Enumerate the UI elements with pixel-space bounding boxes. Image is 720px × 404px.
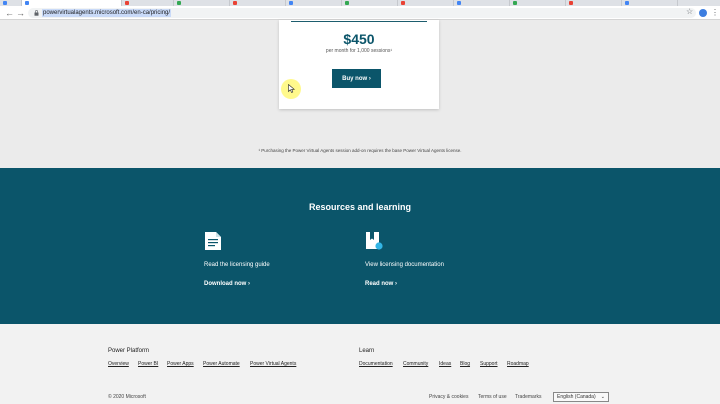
resources-title: Resources and learning xyxy=(308,202,412,212)
footer-link-ideas[interactable]: Ideas xyxy=(439,361,451,367)
footer-link-power-virtual-agents[interactable]: Power Virtual Agents xyxy=(250,361,296,367)
bookmark-docs-icon xyxy=(366,232,383,250)
forward-arrow-icon[interactable]: → xyxy=(16,7,25,19)
chevron-right-icon: › xyxy=(368,75,371,82)
footer-link-terms[interactable]: Terms of use xyxy=(478,394,507,400)
tab-favicon-icon xyxy=(625,1,629,5)
tab-favicon-icon xyxy=(289,1,293,5)
tab-favicon-icon xyxy=(25,1,29,5)
footer-link-power-automate[interactable]: Power Automate xyxy=(203,361,240,367)
footer-copyright: © 2020 Microsoft xyxy=(108,394,146,400)
footer-link-documentation[interactable]: Documentation xyxy=(359,361,393,367)
back-arrow-icon[interactable]: ← xyxy=(5,7,14,19)
download-now-link[interactable]: Download now › xyxy=(204,281,250,287)
buy-now-label: Buy now xyxy=(342,75,368,82)
tab-favicon-icon xyxy=(3,1,7,5)
mouse-cursor-icon xyxy=(288,84,296,93)
browser-toolbar: ← → powervirtualagents.microsoft.com/en-… xyxy=(0,6,720,20)
download-now-label: Download now xyxy=(204,281,247,287)
footer-link-trademarks[interactable]: Trademarks xyxy=(515,394,542,400)
url-text[interactable]: powervirtualagents.microsoft.com/en-ca/p… xyxy=(42,9,172,17)
footer-heading-power-platform: Power Platform xyxy=(108,348,150,354)
document-icon xyxy=(205,232,221,250)
address-bar[interactable]: powervirtualagents.microsoft.com/en-ca/p… xyxy=(28,8,696,18)
read-now-link[interactable]: Read now › xyxy=(365,281,397,287)
resource-label: View licensing documentation xyxy=(365,262,444,268)
pricing-footnote: ¹ Purchasing the Power Virtual Agents se… xyxy=(258,148,462,153)
tab-favicon-icon xyxy=(345,1,349,5)
footer-link-roadmap[interactable]: Roadmap xyxy=(507,361,529,367)
bookmark-star-icon[interactable]: ☆ xyxy=(686,7,693,17)
resources-section: Resources and learning Read the licensin… xyxy=(0,168,720,324)
tab-favicon-icon xyxy=(513,1,517,5)
lock-icon xyxy=(34,10,39,16)
pricing-section: $450 per month for 1,000 sessions¹ Buy n… xyxy=(0,20,720,168)
chevron-right-icon: › xyxy=(248,281,250,287)
footer-link-support[interactable]: Support xyxy=(480,361,498,367)
footer-link-overview[interactable]: Overview xyxy=(108,361,129,367)
pricing-card: $450 per month for 1,000 sessions¹ Buy n… xyxy=(279,20,439,109)
tab-favicon-icon xyxy=(177,1,181,5)
language-select-value: English (Canada) xyxy=(557,394,596,400)
tab-favicon-icon xyxy=(401,1,405,5)
footer-link-power-apps[interactable]: Power Apps xyxy=(167,361,194,367)
site-footer: Power Platform Overview Power BI Power A… xyxy=(0,324,720,404)
buy-now-button[interactable]: Buy now › xyxy=(332,69,381,88)
chevron-right-icon: › xyxy=(395,281,398,287)
extension-icon[interactable] xyxy=(699,9,707,17)
footer-link-power-bi[interactable]: Power BI xyxy=(138,361,158,367)
footer-link-privacy[interactable]: Privacy & cookies xyxy=(429,394,468,400)
language-select[interactable]: English (Canada) ⌄ xyxy=(553,392,609,402)
resource-label: Read the licensing guide xyxy=(204,262,270,268)
menu-dots-icon[interactable]: ⋮ xyxy=(711,8,719,18)
card-divider xyxy=(291,21,427,22)
tab-favicon-icon xyxy=(569,1,573,5)
tab-favicon-icon xyxy=(233,1,237,5)
chevron-down-icon: ⌄ xyxy=(600,394,605,400)
tab-favicon-icon xyxy=(125,1,129,5)
footer-heading-learn: Learn xyxy=(359,348,375,354)
footer-link-community[interactable]: Community xyxy=(403,361,428,367)
price-subtitle: per month for 1,000 sessions¹ xyxy=(325,48,393,54)
footer-link-blog[interactable]: Blog xyxy=(460,361,470,367)
read-now-label: Read now xyxy=(365,281,394,287)
price-value: $450 xyxy=(343,31,375,47)
tab-favicon-icon xyxy=(457,1,461,5)
